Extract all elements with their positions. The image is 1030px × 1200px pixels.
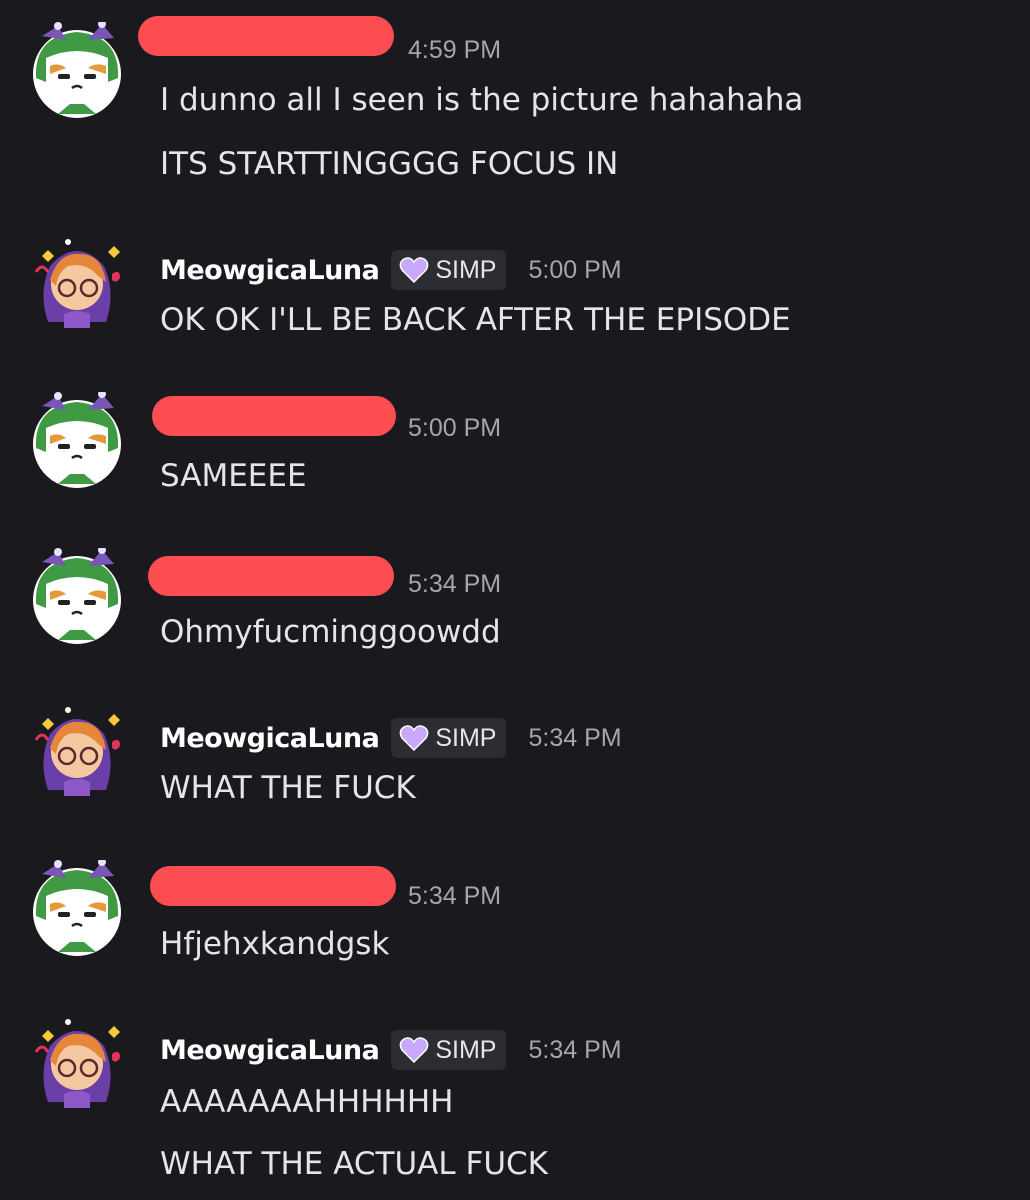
timestamp: 5:00 PM <box>408 414 502 442</box>
username[interactable]: MeowgicaLuna <box>160 255 380 286</box>
message-text: Hfjehxkandgsk <box>160 926 390 962</box>
message-header: MeowgicaLuna SIMP 5:00 PM <box>160 248 622 292</box>
message-text: Ohmyfucminggoowdd <box>160 614 501 650</box>
timestamp: 5:34 PM <box>528 723 622 752</box>
dino-hood-cat-avatar[interactable] <box>28 22 126 120</box>
redacted-username <box>150 866 396 906</box>
timestamp: 5:34 PM <box>408 570 502 598</box>
message-text: I dunno all I seen is the picture hahaha… <box>160 82 804 118</box>
purple-heart-icon <box>400 257 429 284</box>
message-text: SAMEEEE <box>160 458 307 494</box>
username[interactable]: MeowgicaLuna <box>160 1035 380 1066</box>
badge-label: SIMP <box>435 255 497 284</box>
redacted-username <box>152 396 396 436</box>
message-text: OK OK I'LL BE BACK AFTER THE EPISODE <box>160 302 791 338</box>
timestamp: 5:34 PM <box>408 882 502 910</box>
witch-girl-avatar[interactable] <box>28 700 126 798</box>
badge-label: SIMP <box>435 723 497 752</box>
witch-girl-avatar[interactable] <box>28 1012 126 1110</box>
role-badge[interactable]: SIMP <box>391 250 507 290</box>
message-header: MeowgicaLuna SIMP 5:34 PM <box>160 716 622 760</box>
purple-heart-icon <box>400 725 429 752</box>
dino-hood-cat-avatar[interactable] <box>28 392 126 490</box>
redacted-username <box>138 16 394 56</box>
message-header: MeowgicaLuna SIMP 5:34 PM <box>160 1028 622 1072</box>
dino-hood-cat-avatar[interactable] <box>28 860 126 958</box>
witch-girl-avatar[interactable] <box>28 232 126 330</box>
timestamp: 5:00 PM <box>528 255 622 284</box>
redacted-username <box>148 556 394 596</box>
role-badge[interactable]: SIMP <box>391 718 507 758</box>
message-text: WHAT THE FUCK <box>160 770 416 806</box>
purple-heart-icon <box>400 1037 429 1064</box>
badge-label: SIMP <box>435 1035 497 1064</box>
message-text: WHAT THE ACTUAL FUCK <box>160 1146 548 1182</box>
message-text: AAAAAAAHHHHHH <box>160 1084 454 1120</box>
role-badge[interactable]: SIMP <box>391 1030 507 1070</box>
username[interactable]: MeowgicaLuna <box>160 723 380 754</box>
timestamp: 4:59 PM <box>408 36 502 64</box>
dino-hood-cat-avatar[interactable] <box>28 548 126 646</box>
message-text: ITS STARTTINGGGG FOCUS IN <box>160 146 619 182</box>
timestamp: 5:34 PM <box>528 1035 622 1064</box>
